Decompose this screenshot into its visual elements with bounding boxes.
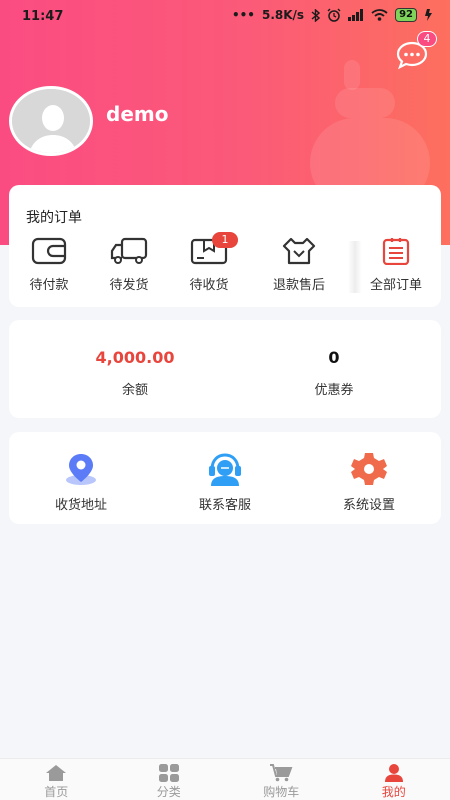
wallet-icon [31, 237, 67, 265]
status-indicators: ••• 5.8K/s 92 [232, 8, 434, 22]
order-after-sale[interactable]: 退款售后 [259, 237, 339, 299]
tab-label: 首页 [44, 785, 69, 799]
order-label: 全部订单 [369, 278, 422, 293]
cart-icon [270, 764, 293, 782]
header-decoration [344, 60, 360, 90]
order-label: 待付款 [29, 278, 69, 293]
username[interactable]: demo [106, 102, 168, 126]
order-pending-payment[interactable]: 待付款 [9, 237, 89, 299]
wallet-card: 4,000.00 余额 0 优惠券 [9, 320, 441, 418]
tab-label: 我的 [381, 785, 406, 799]
alarm-icon [327, 8, 341, 22]
orders-title: 我的订单 [26, 210, 82, 226]
order-label: 待收货 [189, 278, 229, 293]
person-icon [384, 764, 403, 782]
balance-item[interactable]: 4,000.00 余额 [27, 348, 243, 398]
charging-icon [425, 9, 432, 21]
order-label: 退款售后 [272, 278, 325, 293]
orders-card: 我的订单 待付款 待发货 1 待收货 退款售后 全部订单 [9, 185, 441, 307]
tool-label: 收货地址 [54, 498, 107, 513]
order-all[interactable]: 全部订单 [356, 237, 436, 299]
battery-indicator: 92 [395, 8, 417, 22]
tab-label: 购物车 [263, 785, 300, 799]
tool-settings[interactable]: 系统设置 [297, 452, 441, 513]
status-time: 11:47 [22, 9, 64, 24]
tool-customer-service[interactable]: 联系客服 [153, 452, 297, 513]
balance-label: 余额 [121, 383, 148, 398]
bluetooth-icon [311, 8, 321, 22]
after-sale-icon [282, 237, 316, 265]
tab-label: 分类 [156, 785, 181, 799]
tools-card: 收货地址 联系客服 系统设置 [9, 432, 441, 524]
coupons-label: 优惠券 [314, 383, 354, 398]
tab-category[interactable]: 分类 [113, 759, 226, 800]
truck-icon [110, 237, 148, 264]
tool-shipping-address[interactable]: 收货地址 [9, 452, 153, 513]
tool-label: 系统设置 [342, 498, 395, 513]
coupons-item[interactable]: 0 优惠券 [226, 348, 442, 398]
bottom-tab-bar: 首页 分类 购物车 我的 [0, 758, 450, 800]
header-decoration [335, 88, 395, 118]
gear-icon [351, 453, 387, 485]
avatar[interactable] [9, 86, 93, 156]
tool-label: 联系客服 [198, 498, 251, 513]
more-dots-icon: ••• [231, 8, 255, 22]
message-badge: 4 [417, 31, 437, 47]
balance-value: 4,000.00 [95, 348, 175, 367]
wifi-icon [371, 9, 388, 21]
coupons-value: 0 [328, 348, 340, 367]
category-grid-icon [158, 764, 179, 782]
customer-service-icon [209, 453, 241, 486]
status-bar: 11:47 ••• 5.8K/s 92 [0, 0, 450, 34]
order-label: 待发货 [109, 278, 149, 293]
order-pending-receipt[interactable]: 1 待收货 [169, 232, 249, 299]
home-icon [46, 765, 67, 781]
tab-mine[interactable]: 我的 [338, 759, 450, 800]
signal-icon [348, 9, 364, 21]
tab-cart[interactable]: 购物车 [225, 759, 338, 800]
location-pin-icon [66, 454, 96, 485]
order-badge: 1 [212, 232, 238, 248]
order-pending-shipment[interactable]: 待发货 [89, 237, 169, 299]
tab-home[interactable]: 首页 [0, 759, 113, 800]
network-speed: 5.8K/s [261, 8, 305, 22]
order-list-icon [382, 238, 410, 265]
